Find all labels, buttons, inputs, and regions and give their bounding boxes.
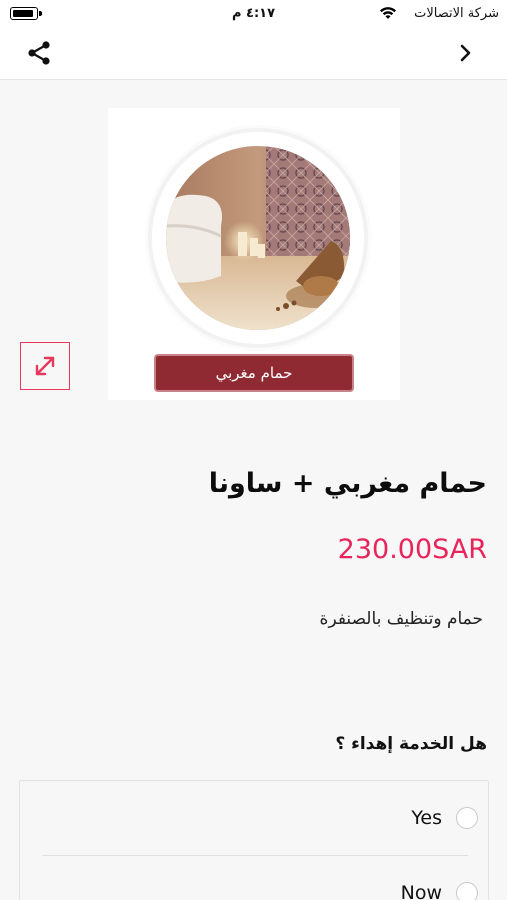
expand-image-button[interactable] (20, 342, 70, 390)
radio-button[interactable] (456, 807, 478, 829)
gift-options-group: Yes Now (19, 780, 489, 900)
radio-button[interactable] (456, 882, 478, 900)
product-title: حمام مغربي + ساونا (208, 468, 487, 499)
product-photo (166, 146, 350, 330)
gift-option-yes[interactable]: Yes (20, 781, 490, 855)
wifi-icon (379, 5, 397, 24)
product-image-card[interactable]: حمام مغربي (108, 108, 400, 400)
option-label: Yes (411, 807, 442, 829)
carrier-name: شركة الاتصالات (414, 6, 499, 21)
product-image-label: حمام مغربي (154, 354, 354, 392)
nav-bar (0, 28, 507, 80)
product-description: حمام وتنظيف بالصنفرة (319, 609, 483, 629)
expand-icon (35, 356, 55, 376)
product-price: 230.00SAR (337, 534, 487, 565)
chevron-right-icon[interactable] (459, 43, 473, 67)
product-image-frame (148, 128, 368, 348)
option-label: Now (400, 882, 442, 900)
status-bar: ٤:١٧ م شركة الاتصالات (0, 0, 507, 28)
gift-question-label: هل الخدمة إهداء ؟ (335, 734, 487, 754)
share-icon[interactable] (26, 40, 52, 70)
gift-option-no[interactable]: Now (20, 856, 490, 900)
